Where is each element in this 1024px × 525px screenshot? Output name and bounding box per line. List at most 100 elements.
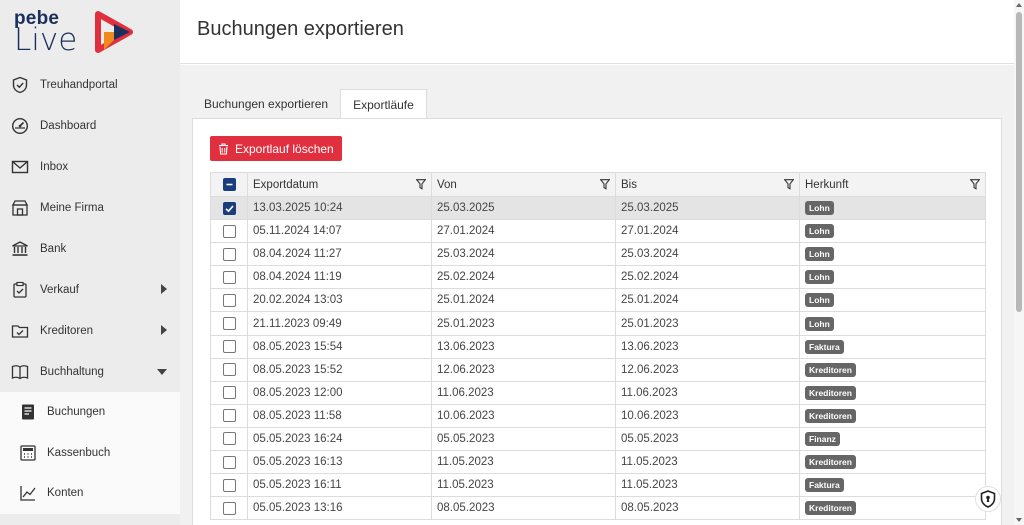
pebe-live-logo[interactable]: pebe Live [14, 8, 134, 58]
herkunft-badge: Lohn [805, 316, 834, 331]
row-checkbox[interactable] [222, 270, 236, 284]
chevron-right-icon[interactable] [161, 284, 167, 294]
table-row[interactable]: 05.05.2023 16:11 11.05.2023 11.05.2023 Fakt… [210, 473, 986, 498]
sidebar-item-dashboard[interactable]: Dashboard [0, 105, 180, 146]
page-scrollbar[interactable] [1014, 0, 1024, 525]
table-row[interactable]: 05.05.2023 13:16 08.05.2023 08.05.2023 Kred… [210, 496, 986, 521]
sidebar-item-buchungen[interactable]: Buchungen [0, 392, 180, 433]
row-select-cell [210, 450, 248, 475]
table-row[interactable]: 20.02.2024 13:03 25.01.2024 25.01.2024 Lohn [210, 288, 986, 313]
column-header-label: Bis [621, 178, 637, 191]
row-checkbox[interactable] [222, 363, 236, 377]
tab-buchungen-exportieren[interactable]: Buchungen exportieren [192, 89, 340, 119]
tab-panel-exportlaeufe: Exportlauf löschen Exportdatum Von Bis H… [192, 118, 1002, 525]
row-select-cell [210, 195, 248, 221]
row-checkbox[interactable] [222, 409, 236, 423]
sidebar-item-meine-firma[interactable]: Meine Firma [0, 187, 180, 228]
filter-icon[interactable] [970, 179, 980, 190]
table-row[interactable]: 08.05.2023 12:00 11.06.2023 11.06.2023 Kred… [210, 380, 986, 405]
table-row[interactable]: 08.04.2024 11:19 25.02.2024 25.02.2024 Lohn [210, 265, 986, 290]
sidebar-submenu-buchhaltung: Buchungen Kassenbuch Konten [0, 392, 180, 514]
cell-herkunft: Faktura [799, 334, 986, 359]
cell-herkunft: Kreditoren [799, 496, 986, 521]
chevron-down-icon[interactable] [157, 369, 167, 375]
row-select-cell [210, 288, 248, 313]
row-checkbox[interactable] [222, 201, 236, 215]
herkunft-badge: Lohn [805, 293, 834, 308]
cell-von: 25.01.2023 [431, 311, 616, 336]
chevron-right-icon[interactable] [161, 325, 167, 335]
table-row[interactable]: 08.05.2023 15:52 12.06.2023 12.06.2023 Kred… [210, 357, 986, 382]
logo-text-live: Live [14, 22, 78, 58]
scrollbar-thumb[interactable] [1016, 12, 1022, 312]
select-all-checkbox[interactable] [222, 178, 236, 191]
gauge-icon [10, 116, 30, 136]
row-checkbox[interactable] [222, 455, 236, 469]
sidebar-item-label: Buchungen [47, 406, 106, 419]
filter-icon[interactable] [416, 179, 426, 190]
sidebar-item-buchhaltung[interactable]: Buchhaltung [0, 351, 180, 392]
row-checkbox[interactable] [222, 340, 236, 354]
sidebar-item-bank[interactable]: Bank [0, 228, 180, 269]
tab-exportlaeufe[interactable]: Exportläufe [340, 89, 427, 119]
column-header-exportdatum[interactable]: Exportdatum [247, 172, 432, 197]
row-checkbox[interactable] [222, 224, 236, 238]
table-row[interactable]: 08.05.2023 15:54 13.06.2023 13.06.2023 Fakt… [210, 334, 986, 359]
table-row[interactable]: 08.04.2024 11:27 25.03.2024 25.03.2024 Lohn [210, 242, 986, 267]
table-row[interactable]: 05.05.2023 16:13 11.05.2023 11.05.2023 Kred… [210, 450, 986, 475]
delete-exportlauf-button[interactable]: Exportlauf löschen [210, 136, 342, 161]
row-checkbox[interactable] [222, 293, 236, 307]
cell-herkunft: Kreditoren [799, 403, 986, 428]
cell-herkunft: Lohn [799, 242, 986, 267]
select-all-cell [210, 172, 248, 197]
sidebar-item-verkauf[interactable]: Verkauf [0, 269, 180, 310]
row-select-cell [210, 380, 248, 405]
sidebar-item-treuhandportal[interactable]: Treuhandportal [0, 64, 180, 105]
column-header-herkunft[interactable]: Herkunft [799, 172, 986, 197]
cell-exportdatum: 20.02.2024 13:03 [247, 288, 432, 313]
sidebar-item-konten[interactable]: Konten [0, 473, 180, 514]
row-select-cell [210, 496, 248, 521]
row-checkbox[interactable] [222, 386, 236, 400]
table-body: 13.03.2025 10:24 25.03.2025 25.03.2025 Lohn… [210, 195, 986, 521]
logo-mark-icon [95, 11, 133, 53]
filter-icon[interactable] [600, 179, 610, 190]
cell-von: 25.03.2024 [431, 242, 616, 267]
sidebar-item-label: Konten [47, 487, 84, 500]
cell-bis: 25.02.2024 [615, 265, 800, 290]
document-icon [18, 402, 38, 422]
cell-exportdatum: 13.03.2025 10:24 [247, 195, 432, 221]
row-checkbox[interactable] [222, 317, 236, 331]
table-row[interactable]: 05.05.2023 16:24 05.05.2023 05.05.2023 Fina… [210, 426, 986, 452]
herkunft-badge: Lohn [805, 270, 834, 285]
cell-exportdatum: 05.05.2023 16:13 [247, 450, 432, 475]
herkunft-badge: Finanz [805, 431, 840, 446]
row-checkbox[interactable] [222, 432, 236, 446]
table-row[interactable]: 08.05.2023 11:58 10.06.2023 10.06.2023 Kred… [210, 403, 986, 428]
cell-herkunft: Lohn [799, 195, 986, 221]
scroll-down-arrow-icon[interactable] [1016, 518, 1022, 522]
column-header-bis[interactable]: Bis [615, 172, 800, 197]
cell-bis: 13.06.2023 [615, 334, 800, 359]
filter-icon[interactable] [784, 179, 794, 190]
cell-herkunft: Lohn [799, 311, 986, 336]
sidebar-item-kreditoren[interactable]: Kreditoren [0, 310, 180, 351]
privacy-lock-button[interactable] [975, 486, 1001, 512]
table-row[interactable]: 05.11.2024 14:07 27.01.2024 27.01.2024 Lohn [210, 219, 986, 244]
row-checkbox[interactable] [222, 478, 236, 492]
herkunft-badge: Lohn [805, 201, 834, 216]
row-checkbox[interactable] [222, 247, 236, 261]
sidebar-item-label: Meine Firma [40, 201, 104, 214]
column-header-von[interactable]: Von [431, 172, 616, 197]
sidebar-item-label: Buchhaltung [40, 365, 104, 378]
sidebar-item-kassenbuch[interactable]: Kassenbuch [0, 433, 180, 474]
cell-bis: 25.03.2024 [615, 242, 800, 267]
table-row[interactable]: 21.11.2023 09:49 25.01.2023 25.01.2023 Lohn [210, 311, 986, 336]
row-checkbox[interactable] [222, 501, 236, 515]
sidebar-item-inbox[interactable]: Inbox [0, 146, 180, 187]
table-row[interactable]: 13.03.2025 10:24 25.03.2025 25.03.2025 Lohn [210, 195, 986, 221]
herkunft-badge: Lohn [805, 247, 834, 262]
cell-bis: 25.01.2023 [615, 311, 800, 336]
scroll-up-arrow-icon[interactable] [1016, 3, 1022, 7]
cell-herkunft: Kreditoren [799, 357, 986, 382]
